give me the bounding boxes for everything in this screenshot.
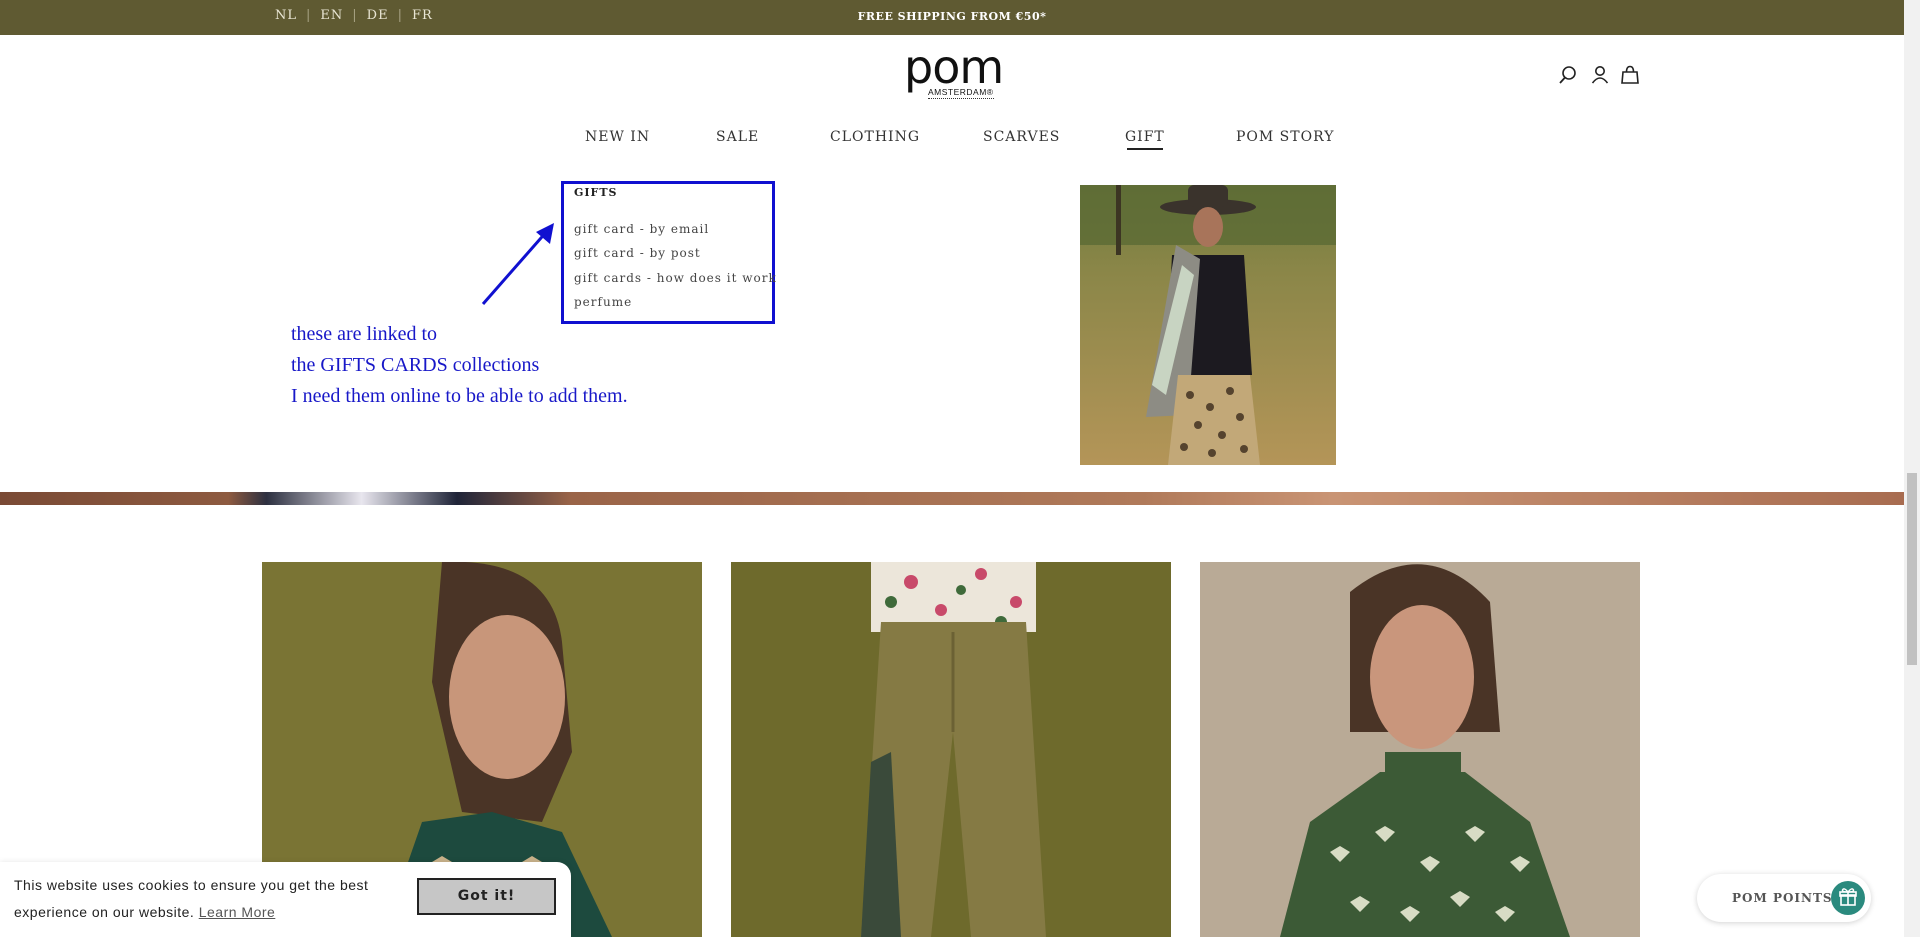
nav-clothing[interactable]: CLOTHING bbox=[830, 129, 920, 145]
gift-icon bbox=[1831, 881, 1865, 915]
gift-promo-image[interactable] bbox=[1080, 185, 1336, 465]
product-card-image[interactable] bbox=[1200, 562, 1640, 937]
gift-mega-menu bbox=[0, 172, 1904, 492]
main-nav: NEW IN SALE CLOTHING SCARVES GIFT POM ST… bbox=[0, 129, 1904, 150]
cookie-banner: This website uses cookies to ensure you … bbox=[0, 862, 571, 937]
cookie-message: This website uses cookies to ensure you … bbox=[14, 872, 404, 926]
cookie-text: This website uses cookies to ensure you … bbox=[14, 877, 369, 920]
account-icon[interactable] bbox=[1589, 64, 1611, 86]
annotation-arrow bbox=[481, 223, 554, 305]
pom-points-label: POM POINTS bbox=[1732, 891, 1833, 905]
gifts-heading: GIFTS bbox=[574, 186, 618, 199]
page-scrollbar[interactable] bbox=[1904, 0, 1920, 937]
shipping-message: FREE SHIPPING FROM €50* bbox=[857, 10, 1047, 23]
gift-card-post-link[interactable]: gift card - by post bbox=[574, 246, 701, 260]
scrollbar-thumb[interactable] bbox=[1907, 473, 1917, 665]
logo-subtitle: AMSTERDAM® bbox=[928, 87, 994, 99]
search-icon[interactable] bbox=[1557, 64, 1579, 86]
logo-word: pom bbox=[904, 40, 1004, 94]
site-logo[interactable]: pom AMSTERDAM® bbox=[898, 40, 1008, 104]
annotation-line: the GIFTS CARDS collections bbox=[291, 354, 540, 376]
cookie-learn-more-link[interactable]: Learn More bbox=[199, 904, 276, 920]
annotation-note: these are linked to the GIFTS CARDS coll… bbox=[291, 319, 628, 412]
hero-banner-strip bbox=[0, 492, 1904, 505]
nav-scarves[interactable]: SCARVES bbox=[983, 129, 1060, 145]
nav-sale[interactable]: SALE bbox=[716, 129, 759, 145]
annotation-line: I need them online to be able to add the… bbox=[291, 385, 628, 407]
announcement-bar: NL | EN | DE | FR FREE SHIPPING FROM €50* bbox=[0, 0, 1904, 35]
nav-pom-story[interactable]: POM STORY bbox=[1236, 129, 1334, 145]
product-card-image[interactable] bbox=[731, 562, 1171, 937]
nav-new-in[interactable]: NEW IN bbox=[585, 129, 650, 145]
perfume-link[interactable]: perfume bbox=[574, 295, 632, 309]
nav-gift[interactable]: GIFT bbox=[1125, 129, 1165, 150]
annotation-line: these are linked to bbox=[291, 323, 438, 345]
pom-points-launcher[interactable]: POM POINTS bbox=[1697, 874, 1871, 922]
bag-icon[interactable] bbox=[1619, 64, 1641, 86]
gift-card-email-link[interactable]: gift card - by email bbox=[574, 222, 709, 236]
gift-cards-how-link[interactable]: gift cards - how does it work bbox=[574, 271, 777, 285]
cookie-accept-button[interactable]: Got it! bbox=[417, 878, 556, 915]
